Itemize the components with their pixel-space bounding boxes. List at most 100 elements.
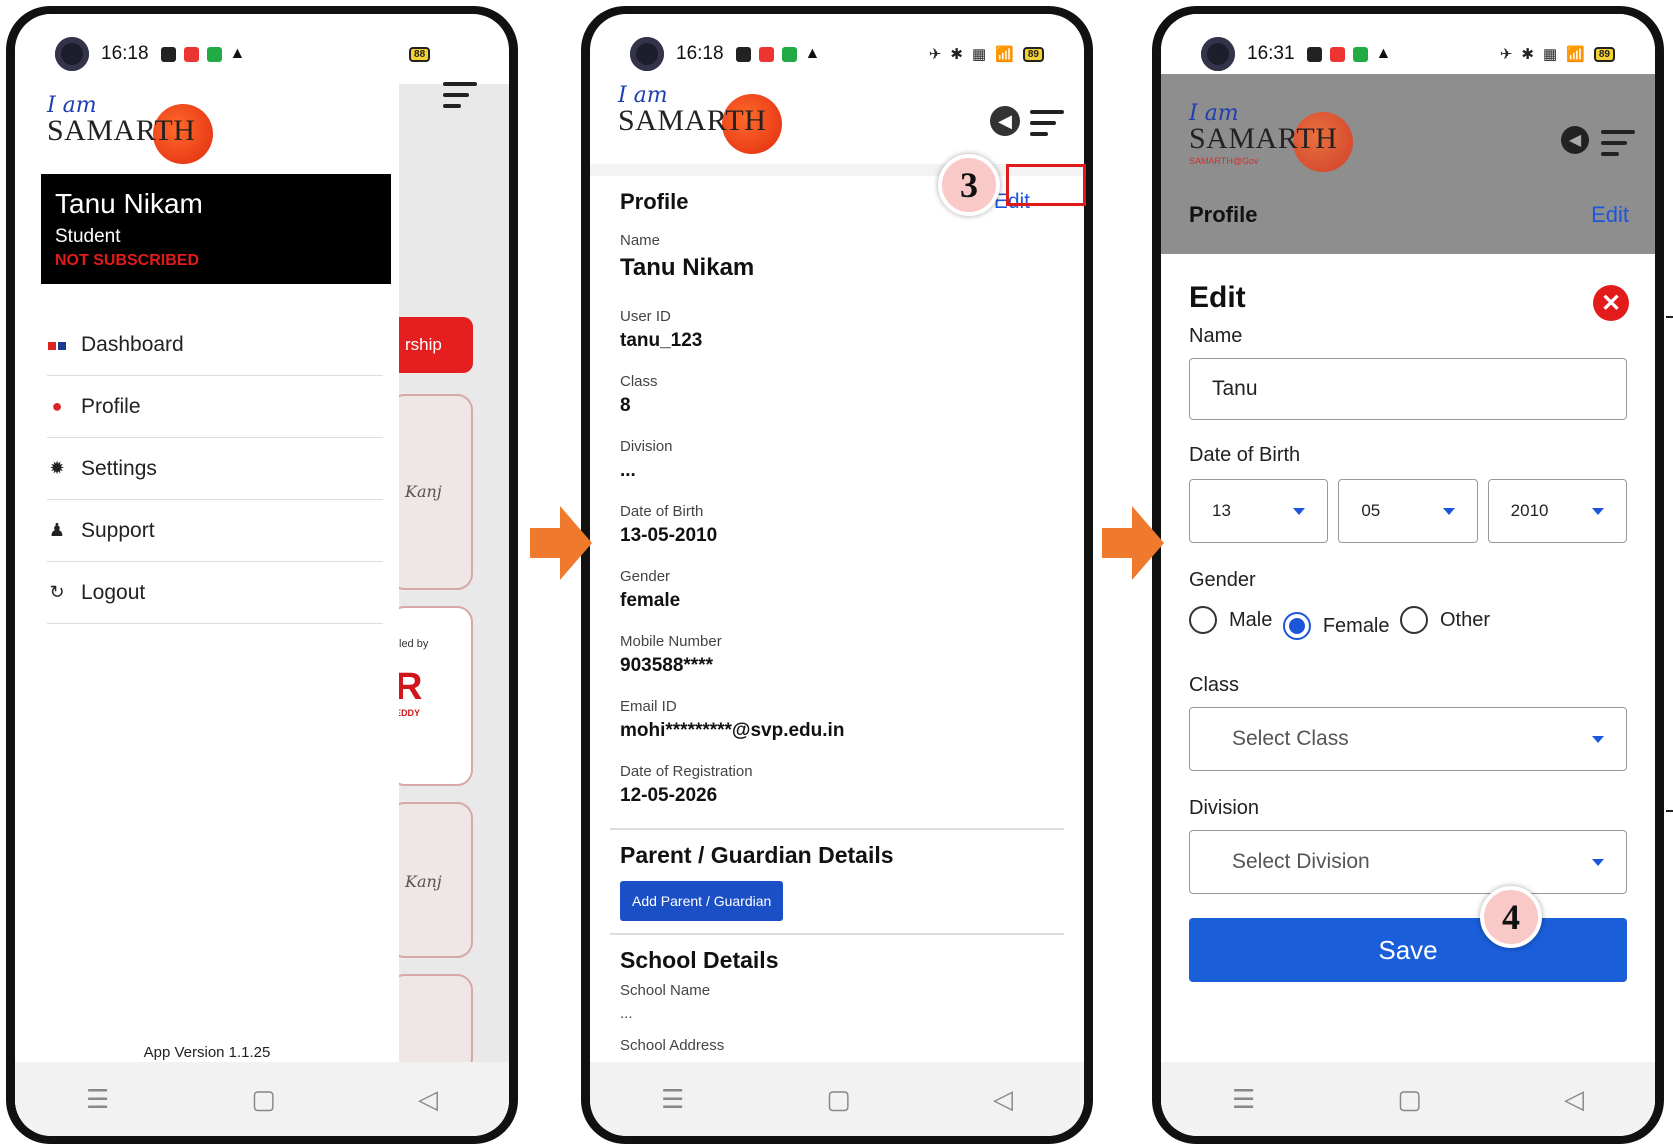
menu-item-settings[interactable]: ✹ Settings: [47, 438, 383, 500]
edit-link[interactable]: Edit: [1591, 202, 1629, 228]
back-arrow-icon[interactable]: ◀: [1561, 126, 1589, 154]
notification-icon: [1329, 46, 1345, 62]
gender-radio-female[interactable]: Female: [1282, 612, 1390, 640]
field-label: Gender: [620, 568, 671, 585]
logout-icon: ↻: [49, 582, 65, 602]
class-label: Class: [1189, 674, 1240, 696]
dob-month-select[interactable]: 05: [1338, 479, 1478, 543]
select-placeholder: Select Division: [1232, 850, 1370, 873]
dob-year-select[interactable]: 2010: [1487, 479, 1627, 543]
dashboard-icon: [47, 334, 67, 355]
field-value: tanu_123: [620, 330, 703, 351]
warning-icon: ▲: [804, 45, 821, 62]
warning-icon: ▲: [229, 45, 246, 62]
home-icon[interactable]: ▢: [826, 1084, 851, 1115]
field-label: User ID: [620, 308, 671, 325]
status-time: 16:18: [676, 43, 724, 64]
background-text: led by: [399, 638, 429, 650]
menu-label: Profile: [81, 394, 141, 418]
notification-icon: [781, 46, 797, 62]
menu-label: Support: [81, 518, 155, 542]
division-label: Division: [1189, 797, 1260, 819]
status-time: 16:31: [1247, 43, 1295, 64]
field-email: Email ID mohi*********@svp.edu.in: [620, 698, 1054, 763]
name-label: Name: [1189, 325, 1243, 347]
menu-item-support[interactable]: ♟ Support: [47, 500, 383, 562]
tutorial-stage: rship Kanj led by R EDDY Kanj 16:18 ▲ I …: [0, 0, 1673, 1146]
status-bar: 16:18 ▲: [15, 14, 399, 94]
name-input[interactable]: Tanu: [1189, 358, 1627, 420]
app-version: App Version 1.1.25: [143, 1044, 271, 1061]
menu-label: Logout: [81, 580, 146, 604]
samarth-logo: I am SAMARTH: [618, 85, 782, 154]
navigation-drawer: 16:18 ▲ I am SAMARTH Tanu Nikam Student …: [15, 14, 399, 1136]
user-icon: ●: [51, 396, 63, 416]
notification-icon: [1352, 46, 1368, 62]
dob-label: Date of Birth: [1189, 444, 1301, 466]
gender-radio-group: Male Female Other: [1189, 606, 1627, 640]
gender-radio-male[interactable]: Male: [1189, 606, 1272, 634]
field-label: Class: [620, 373, 658, 390]
home-icon[interactable]: ▢: [251, 1084, 276, 1115]
menu-label: Dashboard: [81, 332, 184, 356]
close-icon[interactable]: ✕: [1593, 285, 1629, 321]
back-icon[interactable]: ◁: [993, 1084, 1013, 1115]
system-nav-bar: ☰ ▢ ◁: [590, 1062, 1084, 1136]
camera-icon: [55, 37, 89, 71]
battery-icon: 88: [409, 46, 431, 62]
notification-icon: [206, 46, 222, 62]
chevron-down-icon: [1592, 858, 1604, 866]
recents-icon[interactable]: ☰: [1232, 1084, 1255, 1115]
menu-item-logout[interactable]: ↻ Logout: [47, 562, 383, 624]
background-card: Kanj: [389, 802, 473, 958]
menu-toggle-icon[interactable]: [1030, 110, 1064, 143]
menu-toggle-icon[interactable]: [1601, 130, 1635, 163]
field-label: Date of Registration: [620, 763, 753, 780]
support-icon: ♟: [48, 520, 66, 540]
step-badge-3: 3: [938, 154, 1000, 216]
section-title: Parent / Guardian Details: [620, 842, 894, 868]
dashboard-background: rship Kanj led by R EDDY Kanj: [389, 82, 509, 1136]
recents-icon[interactable]: ☰: [661, 1084, 684, 1115]
add-parent-button[interactable]: Add Parent / Guardian: [620, 881, 784, 921]
dob-day-select[interactable]: 13: [1189, 479, 1329, 543]
division-select[interactable]: Select Division: [1189, 830, 1627, 894]
menu-label: Settings: [81, 456, 157, 480]
field-label: Date of Birth: [620, 503, 704, 520]
home-icon[interactable]: ▢: [1397, 1084, 1422, 1115]
drawer-menu: Dashboard ● Profile ✹ Settings ♟ Support ↻ L…: [47, 314, 383, 624]
radio-label: Female: [1322, 614, 1390, 637]
next-arrow-icon: [530, 506, 592, 580]
field-user-id: User ID tanu_123: [620, 308, 1054, 373]
logo-name: SAMARTH: [1189, 122, 1338, 155]
back-icon[interactable]: ◁: [418, 1084, 438, 1115]
recents-icon[interactable]: ☰: [86, 1084, 109, 1115]
field-label: School Name: [620, 982, 711, 999]
back-arrow-icon[interactable]: ◀: [990, 106, 1020, 136]
menu-item-profile[interactable]: ● Profile: [47, 376, 383, 438]
field-class: Class 8: [620, 373, 1054, 438]
back-icon[interactable]: ◁: [1564, 1084, 1584, 1115]
status-bar-right: ✈✱▦📶88: [315, 14, 509, 94]
logo-name: SAMARTH: [618, 104, 767, 137]
class-select[interactable]: Select Class: [1189, 707, 1627, 771]
battery-icon: 89: [1022, 46, 1044, 62]
save-button[interactable]: Save: [1189, 918, 1627, 982]
dob-selects: 13 05 2010: [1189, 479, 1627, 543]
field-dob: Date of Birth 13-05-2010: [620, 503, 1054, 568]
step-badge-4: 4: [1480, 886, 1542, 948]
select-value: 13: [1212, 501, 1231, 520]
field-value: ...: [620, 1005, 633, 1022]
phone-1: rship Kanj led by R EDDY Kanj 16:18 ▲ I …: [6, 6, 518, 1144]
next-arrow-icon: [1102, 506, 1164, 580]
radio-label: Male: [1229, 608, 1273, 631]
gender-radio-other[interactable]: Other: [1399, 606, 1490, 634]
notification-icon: [160, 46, 176, 62]
user-card: Tanu Nikam Student NOT SUBSCRIBED: [41, 174, 391, 284]
menu-item-dashboard[interactable]: Dashboard: [47, 314, 383, 376]
field-label: School Address: [620, 1037, 725, 1054]
sheet-title: Edit: [1189, 281, 1246, 314]
field-school-name: School Name...: [620, 982, 1054, 1037]
background-brand: R: [395, 666, 423, 708]
radio-label: Other: [1439, 608, 1490, 631]
